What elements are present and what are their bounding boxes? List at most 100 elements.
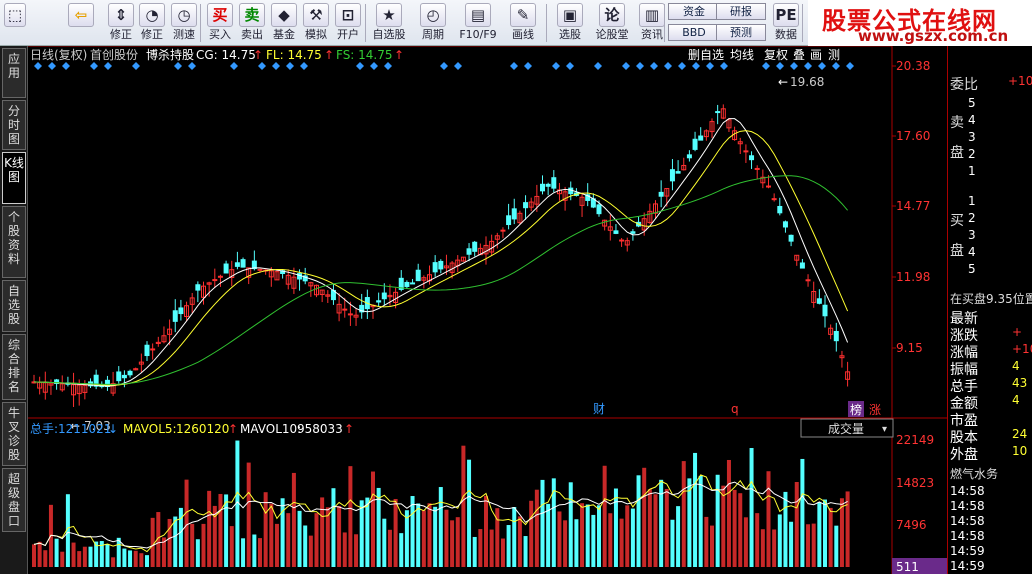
- app-logo-button[interactable]: ⬚: [2, 0, 28, 46]
- candle-body: [766, 185, 771, 188]
- tab-2[interactable]: K线图: [2, 152, 26, 204]
- stat-value: 10: [1012, 444, 1028, 458]
- price-axis-label: 17.60: [896, 129, 930, 143]
- adjust-button[interactable]: ◔ 修正: [138, 0, 166, 46]
- volume-bar: [314, 513, 319, 567]
- stock-picker-button[interactable]: ▣ 选股: [552, 0, 588, 46]
- volume-bar: [613, 488, 618, 567]
- candle-body: [217, 275, 223, 278]
- scroll-up-down-button[interactable]: ⇕ 修正: [108, 0, 134, 46]
- buy-panel-label: 买盘: [950, 213, 964, 259]
- volume-bar: [760, 529, 765, 567]
- volume-bar: [371, 471, 375, 567]
- volume-bar: [619, 518, 624, 567]
- pe-data-button[interactable]: PE 数据: [769, 0, 803, 46]
- high-label: 19.68: [790, 75, 824, 89]
- volume-bar: [664, 488, 669, 567]
- candle-body: [172, 310, 178, 322]
- hammer-button[interactable]: ⚒ 模拟: [302, 0, 330, 46]
- period-button[interactable]: ◴ 周期: [416, 0, 450, 46]
- rank-marker: 榜: [850, 402, 862, 417]
- mavol5-value: 1260120: [176, 422, 229, 436]
- volume-bar: [642, 467, 647, 567]
- candle-body: [150, 348, 156, 351]
- volume-bar: [286, 513, 291, 567]
- tab-1[interactable]: 分时图: [2, 100, 26, 150]
- forecast-button[interactable]: 预测: [716, 24, 766, 41]
- f10-button[interactable]: ▤ F10/F9: [458, 0, 498, 46]
- volume-bar: [382, 518, 387, 567]
- period-icon: ◴: [420, 3, 446, 27]
- ad-url: www.gszx.com.cn: [858, 27, 1009, 45]
- volume-bar: [365, 497, 370, 567]
- buy-icon: 买: [207, 3, 233, 27]
- volume-bar: [681, 461, 686, 567]
- sell-button[interactable]: 卖卖出: [238, 0, 266, 46]
- chart-tab-4: 画: [810, 48, 822, 62]
- tab-4[interactable]: 自选股: [2, 280, 26, 332]
- volume-bar: [738, 493, 743, 567]
- candle-body: [223, 263, 229, 274]
- tab-6[interactable]: 牛叉诊股: [2, 402, 26, 466]
- volume-bar: [111, 557, 116, 567]
- clock-button[interactable]: ◷ 测速: [170, 0, 198, 46]
- candle-body: [466, 248, 472, 255]
- star-list-button[interactable]: ★ 自选股: [371, 0, 407, 46]
- volume-bar: [359, 500, 364, 567]
- volume-bar: [789, 521, 794, 567]
- toolbar-label: 资讯: [641, 28, 663, 41]
- volume-bar: [743, 517, 748, 567]
- buy-level: 5: [968, 262, 976, 276]
- tab-7[interactable]: 超级盘口: [2, 468, 26, 532]
- candle-body: [415, 269, 421, 282]
- price-axis-label: 9.15: [896, 341, 923, 355]
- lock-button[interactable]: ⊡ 开户: [334, 0, 362, 46]
- candle-body: [472, 241, 478, 252]
- volume-bar: [252, 534, 257, 567]
- candle-body: [347, 313, 353, 316]
- volume-dropdown-label: 成交量: [828, 421, 864, 436]
- volume-bar: [461, 445, 466, 567]
- buy-level: 2: [968, 211, 976, 225]
- quote-panel: 委比 +100 卖盘 买盘 5432112345 在买盘9.35位置 最新涨跌+…: [947, 46, 1032, 574]
- tab-5[interactable]: 综合排名: [2, 334, 26, 400]
- fund-flow-button[interactable]: 资金: [668, 3, 720, 20]
- period-label: 日线(复权): [30, 48, 87, 62]
- volume-bar: [438, 487, 443, 567]
- volume-bar: [557, 511, 562, 567]
- volume-bar: [732, 489, 737, 567]
- volume-total-value: 1211021: [58, 422, 111, 436]
- toolbar-separator: [664, 4, 665, 42]
- chart-tab-1: 均线: [730, 48, 754, 62]
- bbd-button[interactable]: BBD: [668, 24, 720, 41]
- pencil-button[interactable]: ✎ 画线: [505, 0, 541, 46]
- research-button[interactable]: 研报: [716, 3, 766, 20]
- buy-button[interactable]: 买买入: [206, 0, 234, 46]
- toolbar-label: 选股: [559, 28, 581, 41]
- high-arrow: ←: [778, 75, 788, 89]
- news-button[interactable]: ▥ 资讯: [637, 0, 667, 46]
- ad-banner[interactable]: 股票公式在线网 www.gszx.com.cn: [808, 0, 1032, 46]
- volume-bar: [444, 509, 449, 567]
- volume-bar: [280, 498, 285, 567]
- candle-body: [782, 221, 788, 228]
- candle-body: [686, 154, 692, 159]
- tab-0[interactable]: 应用: [2, 48, 26, 98]
- volume-axis-label: 14823: [896, 476, 934, 490]
- forum-button[interactable]: 论论股堂: [594, 0, 630, 46]
- volume-bar: [224, 494, 229, 567]
- tab-3[interactable]: 个股资料: [2, 206, 26, 278]
- kline-chart[interactable]: 日线(复权) 首创股份 博杀持股 CG: 14.75↑ FL: 14.75 ↑ FS: 14…: [28, 46, 947, 574]
- fund-button[interactable]: ◆ 基金: [270, 0, 298, 46]
- volume-bar: [823, 499, 827, 567]
- back-arrow-icon: ⇦: [68, 3, 94, 27]
- pencil-icon: ✎: [510, 3, 536, 27]
- volume-bar: [715, 474, 720, 567]
- buy-level: 3: [968, 228, 976, 242]
- volume-bar: [54, 538, 59, 567]
- mavol5-label: MAVOL5:: [123, 422, 177, 436]
- back-arrow-button[interactable]: ⇦: [66, 0, 96, 46]
- volume-bar: [591, 514, 596, 567]
- volume-bar: [811, 523, 816, 567]
- volume-bar: [263, 492, 268, 567]
